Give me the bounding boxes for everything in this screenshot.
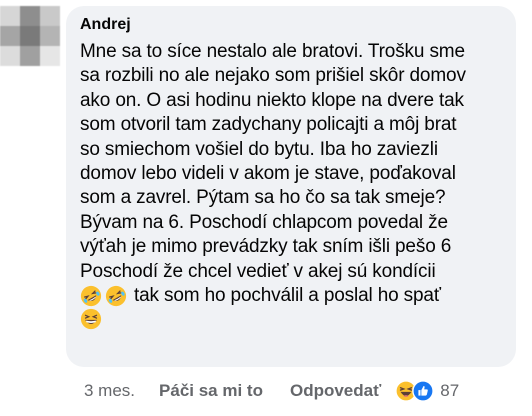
- comment-line: so smiechom vošiel do bytu. Iba ho zavie…: [80, 138, 438, 160]
- comment-line: Mne sa to síce nestalo ale bratovi. Troš…: [80, 41, 465, 62]
- comment-line: som a zavrel. Pýtam sa ho čo sa tak smej…: [80, 187, 446, 209]
- comment-line: ako on. O asi hodinu niekto klope na dve…: [80, 89, 464, 111]
- comment-line: Poschodí že chcel vedieť v akej sú kondí…: [80, 260, 436, 282]
- comment-timestamp[interactable]: 3 mes.: [84, 381, 135, 401]
- comment-bubble: Andrej Mne sa to síce nestalo ale bratov…: [66, 6, 516, 367]
- comment-body: Mne sa to síce nestalo ale bratovi. Troš…: [80, 40, 504, 334]
- reply-button[interactable]: Odpovedať: [290, 381, 381, 401]
- like-reaction-icon: [412, 380, 435, 402]
- comment-line: tak som ho pochválil a poslal ho spať: [134, 285, 441, 307]
- reaction-count: 87: [440, 381, 460, 400]
- avatar[interactable]: [0, 6, 60, 66]
- reaction-summary[interactable]: 87: [395, 380, 459, 402]
- comment-line: výťah je mimo prevádzky tak sním išli pe…: [80, 236, 452, 258]
- comment-line: domov lebo videli v akom je stave, poďak…: [80, 163, 456, 185]
- rolling-on-floor-laughing-icon: [105, 286, 127, 307]
- comment-line: sa rozbili no ale nejako som prišiel skô…: [80, 65, 466, 87]
- comment-line: Bývam na 6. Poschodí chlapcom povedal že: [80, 211, 448, 233]
- like-button[interactable]: Páči sa mi to: [159, 381, 263, 401]
- rolling-on-floor-laughing-icon: [80, 286, 102, 307]
- comment-emoji-line: tak som ho pochválil a poslal ho spať: [80, 284, 504, 308]
- comment-line: som otvoril tam zadychany policajti a mô…: [80, 114, 457, 136]
- grinning-squinting-face-icon: [80, 309, 102, 330]
- comment-author[interactable]: Andrej: [80, 15, 504, 35]
- comment-actions: 3 mes. Páči sa mi to Odpovedať 87: [84, 376, 504, 406]
- comment-emoji-line: [80, 308, 504, 333]
